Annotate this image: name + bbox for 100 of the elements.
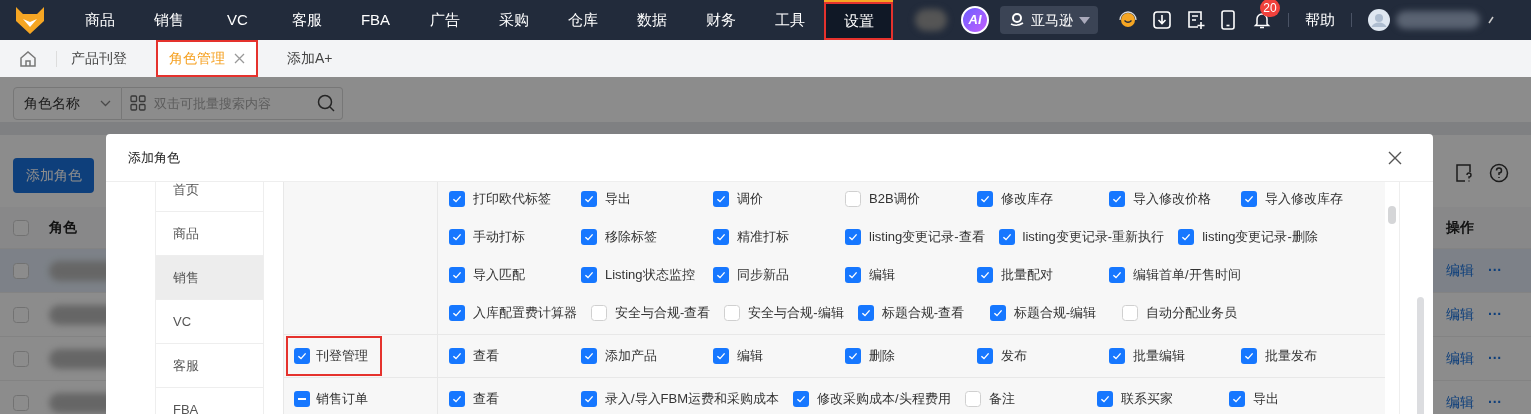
scrollbar-thumb[interactable] bbox=[1388, 206, 1396, 224]
checkbox[interactable] bbox=[713, 267, 729, 283]
filter-dropdown[interactable]: 角色名称 bbox=[13, 87, 122, 120]
nav-menu-item[interactable]: 数据 bbox=[617, 0, 686, 40]
checkbox[interactable] bbox=[845, 229, 861, 245]
checkbox[interactable] bbox=[1096, 391, 1113, 407]
column-header: 操作 bbox=[1446, 218, 1475, 237]
nav-menu-item[interactable]: 采购 bbox=[479, 0, 548, 40]
checkbox[interactable] bbox=[1109, 191, 1125, 207]
checkbox[interactable] bbox=[724, 305, 741, 321]
checkbox[interactable] bbox=[13, 306, 29, 323]
nav-menu-item[interactable]: 客服 bbox=[272, 0, 341, 40]
checkbox[interactable] bbox=[989, 305, 1006, 321]
document-help-icon[interactable] bbox=[1455, 163, 1473, 183]
checkbox[interactable] bbox=[581, 391, 597, 407]
checkbox[interactable] bbox=[581, 191, 597, 207]
permission-label: 导出 bbox=[1252, 390, 1279, 409]
checkbox[interactable] bbox=[977, 267, 993, 283]
permission-label: 导入匹配 bbox=[473, 266, 525, 285]
checkbox[interactable] bbox=[977, 191, 993, 207]
permission-label: 编辑 bbox=[869, 266, 895, 285]
checkbox[interactable] bbox=[793, 391, 810, 407]
permission-label: 修改采购成本/头程费用 bbox=[817, 390, 951, 409]
store-name: 亚马逊 bbox=[1031, 10, 1073, 30]
checkbox[interactable] bbox=[1241, 191, 1257, 207]
scrollbar-thumb[interactable] bbox=[1417, 297, 1424, 414]
checkbox[interactable] bbox=[581, 229, 597, 245]
ai-badge[interactable]: AI bbox=[961, 6, 989, 34]
checkbox[interactable] bbox=[964, 391, 981, 407]
store-dropdown[interactable]: 亚马逊 bbox=[1000, 6, 1098, 34]
permission-label: 打印欧代标签 bbox=[473, 190, 551, 209]
search-icon[interactable] bbox=[317, 94, 335, 112]
checkbox[interactable] bbox=[845, 191, 861, 207]
nav-menu-item[interactable]: 商品 bbox=[65, 0, 134, 40]
checkbox[interactable] bbox=[1109, 348, 1125, 364]
checkbox[interactable] bbox=[13, 262, 29, 279]
checkbox[interactable] bbox=[1121, 305, 1138, 321]
checkbox[interactable] bbox=[13, 394, 29, 411]
checkbox[interactable] bbox=[581, 348, 597, 364]
module-menu-item[interactable]: 首页 bbox=[156, 182, 263, 212]
permission-label: listing变更记录-删除 bbox=[1202, 228, 1318, 247]
nav-menu-item[interactable]: 财务 bbox=[686, 0, 755, 40]
checkbox[interactable] bbox=[845, 267, 861, 283]
permission-label: 备注 bbox=[988, 390, 1015, 409]
checkbox[interactable] bbox=[1109, 267, 1125, 283]
module-menu-item[interactable]: 销售 bbox=[156, 256, 263, 300]
permission-label: 编辑首单/开售时间 bbox=[1133, 266, 1241, 285]
headset-smile-icon[interactable] bbox=[1118, 10, 1138, 30]
checkbox[interactable] bbox=[294, 391, 310, 407]
tab[interactable]: 产品刊登 bbox=[58, 40, 140, 77]
checkbox[interactable] bbox=[449, 348, 465, 364]
checkbox[interactable] bbox=[977, 348, 993, 364]
close-icon[interactable] bbox=[1388, 150, 1402, 165]
tab[interactable]: 添加A+ bbox=[274, 40, 346, 77]
checkbox[interactable] bbox=[845, 348, 861, 364]
help-link[interactable]: 帮助 bbox=[1305, 8, 1335, 32]
checkbox[interactable] bbox=[449, 267, 465, 283]
checkbox[interactable] bbox=[1178, 229, 1195, 245]
nav-menu-item[interactable]: FBA bbox=[341, 0, 410, 40]
nav-menu-item[interactable]: 销售 bbox=[134, 0, 203, 40]
permission-label: 批量编辑 bbox=[1133, 347, 1185, 366]
note-add-icon[interactable] bbox=[1186, 10, 1206, 30]
checkbox[interactable] bbox=[449, 391, 465, 407]
permission-label: 添加产品 bbox=[605, 347, 657, 366]
permission-label: 导入修改价格 bbox=[1133, 190, 1211, 209]
checkbox[interactable] bbox=[857, 305, 874, 321]
checkbox[interactable] bbox=[581, 267, 597, 283]
help-icon[interactable] bbox=[1489, 163, 1509, 183]
checkbox[interactable] bbox=[13, 219, 29, 236]
permission-label: 批量发布 bbox=[1265, 347, 1317, 366]
checkbox[interactable] bbox=[449, 229, 465, 245]
permission-label: 入库配置费计算器 bbox=[473, 304, 577, 323]
avatar[interactable] bbox=[1368, 9, 1390, 31]
nav-menu-item[interactable]: 仓库 bbox=[548, 0, 617, 40]
permission-group-label: 销售订单 bbox=[316, 390, 368, 409]
permission-label: 移除标签 bbox=[605, 228, 657, 247]
permission-label: 安全与合规-查看 bbox=[615, 304, 711, 323]
phone-icon[interactable] bbox=[1220, 10, 1236, 30]
checkbox[interactable] bbox=[713, 348, 729, 364]
checkbox[interactable] bbox=[449, 305, 465, 321]
download-icon[interactable] bbox=[1152, 10, 1172, 30]
permission-label: 查看 bbox=[473, 390, 499, 409]
checkbox[interactable] bbox=[449, 191, 465, 207]
checkbox[interactable] bbox=[1228, 391, 1245, 407]
permission-label: 编辑 bbox=[737, 347, 763, 366]
checkbox[interactable] bbox=[294, 348, 310, 364]
nav-menu-item[interactable]: VC bbox=[203, 0, 272, 40]
checkbox[interactable] bbox=[591, 305, 607, 321]
permission-label: 调价 bbox=[737, 190, 763, 209]
nav-menu-item[interactable]: 设置 bbox=[824, 0, 893, 40]
nav-menu-item[interactable]: 广告 bbox=[410, 0, 479, 40]
permission-label: B2B调价 bbox=[869, 190, 920, 209]
home-icon[interactable] bbox=[19, 49, 37, 68]
checkbox[interactable] bbox=[713, 191, 729, 207]
checkbox[interactable] bbox=[1241, 348, 1257, 364]
nav-menu-item[interactable]: 工具 bbox=[755, 0, 824, 40]
checkbox[interactable] bbox=[13, 350, 29, 367]
fox-logo-icon[interactable] bbox=[15, 5, 45, 35]
checkbox[interactable] bbox=[998, 229, 1015, 245]
checkbox[interactable] bbox=[713, 229, 729, 245]
